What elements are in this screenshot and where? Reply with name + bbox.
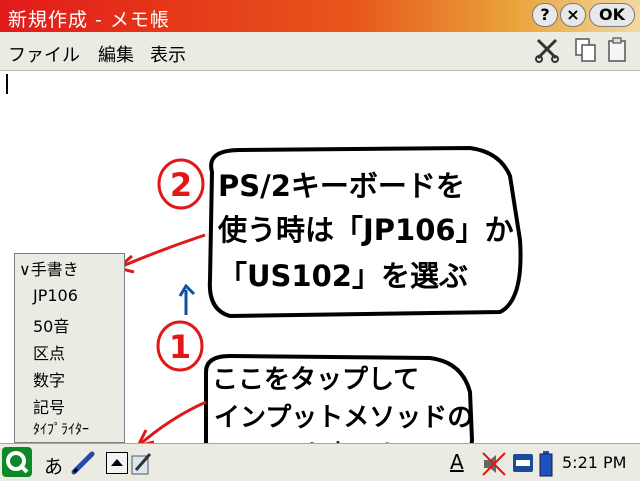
clock[interactable]: 5:21 PM [562,453,626,472]
font-icon[interactable]: A [450,450,464,474]
pen-icon[interactable] [70,450,98,476]
input-method-toggle-button[interactable] [106,452,128,474]
window-title: 新規作成 - メモ帳 [8,9,170,31]
popup-header-label: 手書き [30,260,79,279]
paste-icon[interactable] [604,36,632,64]
option-jp106[interactable]: JP106 [33,286,78,305]
option-symbols[interactable]: 記号 [33,394,65,418]
menu-view[interactable]: 表示 [150,41,186,67]
menu-edit[interactable]: 編集 [98,41,134,67]
taskbar: あ A 5:21 PM [0,443,640,481]
option-50on[interactable]: 50音 [33,313,69,337]
option-kuten[interactable]: 区点 [33,340,65,364]
menu-bar: ファイル 編集 表示 [0,32,640,71]
menu-file[interactable]: ファイル [8,41,80,67]
option-typewriter[interactable]: ﾀｲﾌﾟﾗｲﾀｰ [33,419,89,439]
close-button[interactable]: × [560,3,586,27]
copy-icon[interactable] [572,36,600,64]
q-menu-icon[interactable] [2,447,32,477]
title-bar: 新規作成 - メモ帳 ? × OK [0,0,640,32]
triangle-up-icon [111,459,123,466]
text-cursor [6,74,8,94]
font-icon-label: A [450,450,464,474]
ok-button[interactable]: OK [589,3,635,27]
sd-card-icon[interactable] [512,452,534,474]
battery-icon[interactable] [538,450,554,478]
popup-header[interactable]: ∨手書き [19,256,79,280]
input-method-list: ∨手書き JP106 50音 区点 数字 記号 ﾀｲﾌﾟﾗｲﾀｰ [14,253,125,443]
help-button[interactable]: ? [532,3,558,27]
speaker-muted-icon[interactable] [480,450,508,478]
option-digits[interactable]: 数字 [33,367,65,391]
ime-mode-label[interactable]: あ [44,452,63,479]
chevron-down-icon: ∨ [19,260,31,279]
cut-icon[interactable] [534,36,562,64]
handwriting-pen-icon[interactable] [130,450,154,476]
